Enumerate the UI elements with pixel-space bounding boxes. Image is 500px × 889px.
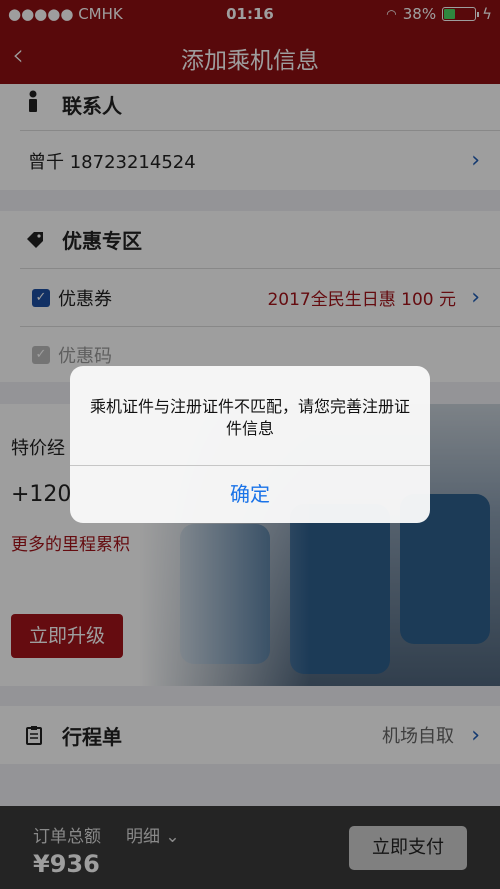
alert-message: 乘机证件与注册证件不匹配，请您完善注册证件信息 <box>90 397 411 438</box>
alert-dialog: 乘机证件与注册证件不匹配，请您完善注册证件信息 确定 <box>70 366 430 523</box>
alert-confirm-button[interactable]: 确定 <box>70 466 430 523</box>
